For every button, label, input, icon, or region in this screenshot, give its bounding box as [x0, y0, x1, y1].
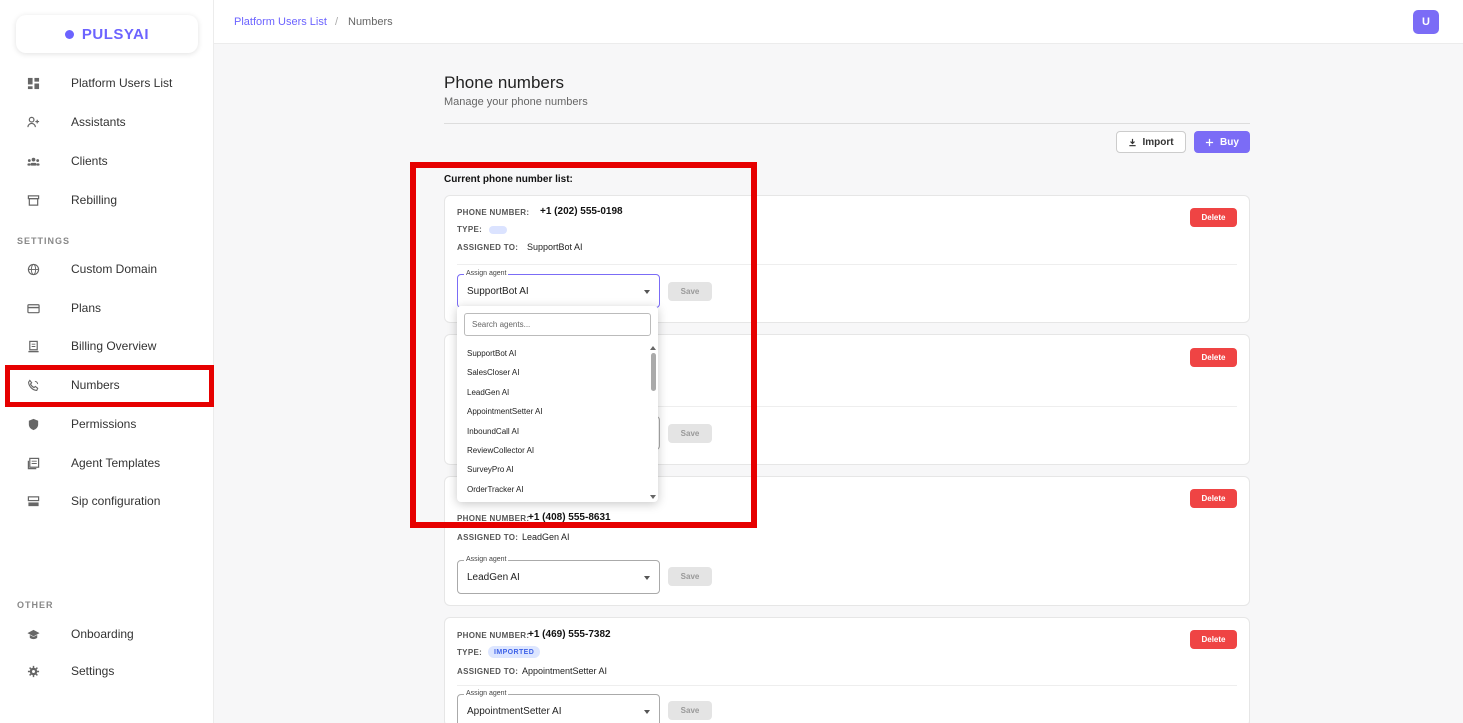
dashboard-icon	[26, 76, 40, 90]
sidebar-item-agent-templates[interactable]: Agent Templates	[0, 445, 214, 481]
shield-icon	[26, 417, 40, 431]
person-add-icon	[26, 115, 40, 129]
download-icon	[1129, 138, 1137, 146]
sidebar-item-label: Sip configuration	[71, 494, 161, 508]
sidebar-item-clients[interactable]: Clients	[0, 143, 214, 179]
sidebar: PULSYAI Platform Users List Assistants C…	[0, 0, 214, 723]
top-header: Platform Users List / Numbers U	[214, 0, 1463, 44]
card-icon	[26, 301, 40, 315]
buy-button[interactable]: Buy	[1194, 131, 1250, 153]
type-badge: IMPORTED	[488, 646, 541, 658]
save-button[interactable]: Save	[668, 567, 712, 586]
sidebar-item-label: Agent Templates	[71, 456, 161, 470]
buy-label: Buy	[1220, 136, 1239, 148]
plus-icon	[1205, 138, 1214, 146]
assign-agent-label: Assign agent	[464, 556, 509, 563]
sidebar-item-label: Assistants	[71, 115, 126, 129]
page-title: Phone numbers	[444, 73, 565, 92]
delete-button[interactable]: Delete	[1190, 208, 1237, 227]
sidebar-item-label: Platform Users List	[71, 76, 173, 90]
server-icon	[26, 494, 40, 508]
globe-icon	[26, 262, 40, 276]
sidebar-item-onboarding[interactable]: Onboarding	[0, 616, 214, 652]
highlight-box-phone-list	[410, 162, 757, 528]
delete-button[interactable]: Delete	[1190, 348, 1237, 367]
import-button[interactable]: Import	[1116, 131, 1186, 153]
breadcrumb-current: Numbers	[348, 16, 393, 28]
highlight-box-numbers	[5, 365, 214, 407]
gear-icon	[26, 664, 40, 678]
delete-button[interactable]: Delete	[1190, 489, 1237, 508]
sidebar-item-platform-users[interactable]: Platform Users List	[0, 65, 214, 101]
sidebar-item-billing-overview[interactable]: Billing Overview	[0, 328, 214, 364]
breadcrumb-separator: /	[335, 16, 339, 28]
settings-section-label: SETTINGS	[17, 236, 71, 246]
assign-agent-select[interactable]: Assign agent AppointmentSetter AI	[457, 690, 660, 723]
save-button[interactable]: Save	[668, 701, 712, 720]
receipt-icon	[26, 339, 40, 353]
sidebar-item-label: Custom Domain	[71, 262, 158, 276]
logo-dot-icon	[64, 29, 74, 39]
sidebar-item-label: Clients	[71, 154, 108, 168]
assign-agent-value: AppointmentSetter AI	[467, 706, 562, 717]
sidebar-item-custom-domain[interactable]: Custom Domain	[0, 251, 214, 287]
sidebar-item-rebilling[interactable]: Rebilling	[0, 182, 214, 218]
sidebar-item-label: Plans	[71, 301, 102, 315]
template-icon	[26, 456, 40, 470]
page-subtitle: Manage your phone numbers	[444, 96, 588, 108]
assign-agent-select[interactable]: Assign agent LeadGen AI	[457, 556, 660, 594]
breadcrumb-link[interactable]: Platform Users List	[234, 16, 327, 28]
delete-button[interactable]: Delete	[1190, 630, 1237, 649]
sidebar-item-label: Rebilling	[71, 193, 118, 207]
card-divider	[457, 685, 1237, 686]
phone-label: PHONE NUMBER:	[457, 631, 530, 640]
group-icon	[26, 154, 40, 168]
import-label: Import	[1142, 136, 1174, 148]
sidebar-item-sip-configuration[interactable]: Sip configuration	[0, 483, 214, 519]
sidebar-item-assistants[interactable]: Assistants	[0, 104, 214, 140]
assigned-label: ASSIGNED TO:	[457, 667, 519, 676]
sidebar-item-permissions[interactable]: Permissions	[0, 406, 214, 442]
header-divider	[444, 123, 1250, 124]
sidebar-item-label: Settings	[71, 664, 115, 678]
type-label: TYPE:	[457, 648, 483, 657]
sidebar-item-label: Billing Overview	[71, 339, 157, 353]
avatar[interactable]: U	[1413, 10, 1439, 34]
sidebar-item-settings[interactable]: Settings	[0, 653, 214, 689]
other-section-label: OTHER	[17, 600, 54, 610]
brand-name: PULSYAI	[81, 25, 150, 43]
assigned-label: ASSIGNED TO:	[457, 533, 519, 542]
phone-value: +1 (469) 555-7382	[528, 629, 611, 640]
school-icon	[26, 627, 40, 641]
assign-agent-value: LeadGen AI	[467, 572, 520, 583]
brand-logo[interactable]: PULSYAI	[16, 15, 198, 53]
assigned-value: LeadGen AI	[522, 532, 570, 542]
sidebar-item-label: Permissions	[71, 417, 137, 431]
dropdown-arrow-icon	[644, 576, 650, 580]
sidebar-item-label: Onboarding	[71, 627, 134, 641]
sidebar-item-plans[interactable]: Plans	[0, 290, 214, 326]
assigned-value: AppointmentSetter AI	[522, 666, 608, 676]
store-icon	[26, 193, 40, 207]
dropdown-arrow-icon	[644, 710, 650, 714]
phone-card: PHONE NUMBER: +1 (469) 555-7382 TYPE: IM…	[444, 617, 1250, 723]
assign-agent-label: Assign agent	[464, 690, 509, 697]
